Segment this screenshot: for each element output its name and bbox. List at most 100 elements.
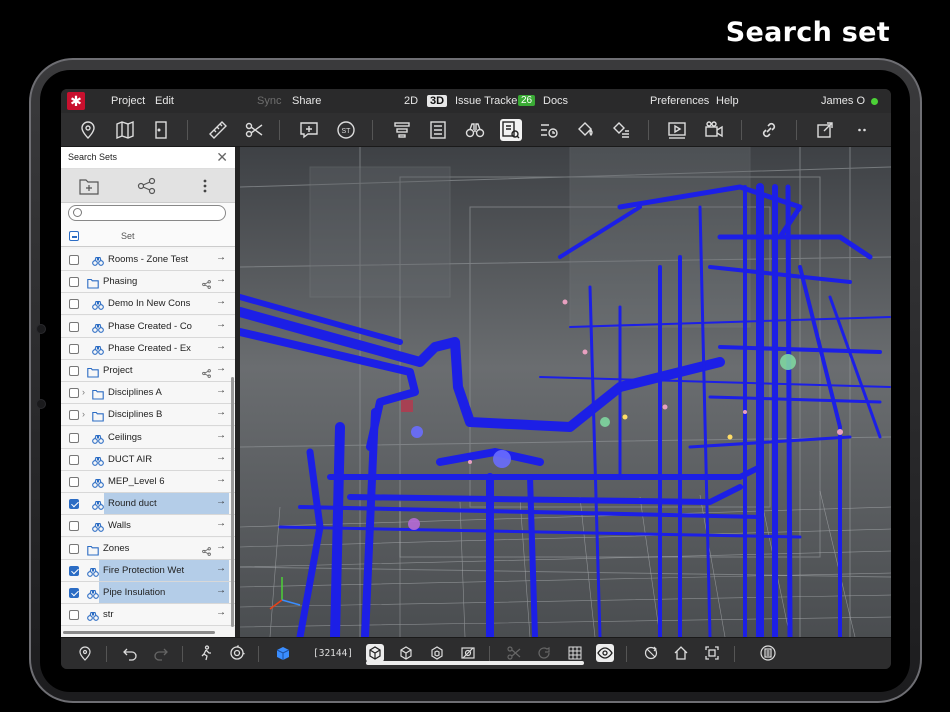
- search-set-row[interactable]: Walls →: [61, 515, 235, 538]
- paint-bucket-icon[interactable]: [574, 119, 596, 141]
- folder-row[interactable]: › Disciplines B →: [61, 404, 235, 427]
- scissors-icon[interactable]: [243, 119, 265, 141]
- menu-project[interactable]: Project: [111, 95, 145, 107]
- open-arrow-icon[interactable]: →: [216, 363, 226, 374]
- list-icon[interactable]: [427, 119, 449, 141]
- visibility-eye-icon[interactable]: [596, 644, 614, 662]
- more-icon[interactable]: [851, 119, 873, 141]
- open-arrow-icon[interactable]: →: [216, 274, 226, 285]
- row-checkbox[interactable]: [69, 610, 79, 621]
- search-sets-icon[interactable]: [500, 119, 522, 141]
- iso-view-icon[interactable]: [366, 644, 384, 662]
- open-arrow-icon[interactable]: →: [216, 430, 226, 441]
- search-set-row[interactable]: Ceilings →: [61, 426, 235, 449]
- st-icon[interactable]: ST: [335, 119, 357, 141]
- open-arrow-icon[interactable]: →: [216, 496, 226, 507]
- row-checkbox[interactable]: [69, 388, 79, 399]
- search-set-row[interactable]: Fire Protection Wet →: [61, 559, 235, 582]
- open-arrow-icon[interactable]: →: [216, 407, 226, 418]
- xray-icon[interactable]: [459, 644, 477, 662]
- hide-cube-icon[interactable]: [397, 644, 415, 662]
- properties-icon[interactable]: [538, 119, 560, 141]
- row-checkbox[interactable]: [69, 277, 79, 288]
- row-checkbox[interactable]: [69, 499, 79, 510]
- row-checkbox[interactable]: [69, 565, 79, 576]
- open-arrow-icon[interactable]: →: [216, 607, 226, 618]
- video-player-icon[interactable]: [666, 119, 688, 141]
- add-comment-icon[interactable]: [298, 119, 320, 141]
- layers-icon[interactable]: [391, 119, 413, 141]
- export-icon[interactable]: [814, 119, 836, 141]
- row-checkbox[interactable]: [69, 588, 79, 598]
- row-checkbox[interactable]: [69, 454, 79, 465]
- search-set-row[interactable]: DUCT AIR →: [61, 448, 235, 471]
- folder-row[interactable]: Project →: [61, 360, 235, 382]
- home-icon[interactable]: [672, 644, 690, 662]
- menu-preferences[interactable]: Preferences: [650, 95, 709, 107]
- search-set-row[interactable]: Rooms - Zone Test →: [61, 249, 235, 271]
- search-set-row[interactable]: Round duct →: [61, 493, 235, 516]
- reset-icon[interactable]: [535, 644, 553, 662]
- folder-row[interactable]: Zones →: [61, 537, 235, 560]
- row-checkbox[interactable]: [69, 299, 79, 310]
- search-input[interactable]: [87, 209, 217, 223]
- search-set-row[interactable]: str →: [61, 604, 235, 627]
- horizontal-scrollbar[interactable]: [63, 631, 215, 634]
- menu-sync[interactable]: Sync: [257, 95, 281, 107]
- selection-cube-icon[interactable]: [274, 644, 292, 662]
- user-name[interactable]: James O: [821, 95, 865, 107]
- isolate-cube-icon[interactable]: [428, 644, 446, 662]
- search-set-row[interactable]: MEP_Level 6 →: [61, 471, 235, 493]
- open-arrow-icon[interactable]: →: [216, 385, 226, 396]
- row-checkbox[interactable]: [69, 521, 79, 532]
- search-set-row[interactable]: Demo In New Cons →: [61, 293, 235, 316]
- camera-icon[interactable]: [703, 119, 725, 141]
- folder-row[interactable]: › Disciplines A →: [61, 382, 235, 405]
- mode-2d-button[interactable]: 2D: [404, 95, 418, 107]
- map-icon[interactable]: [114, 119, 136, 141]
- open-arrow-icon[interactable]: →: [216, 563, 226, 574]
- open-arrow-icon[interactable]: →: [216, 541, 226, 552]
- mode-3d-button[interactable]: 3D: [427, 95, 448, 107]
- orbit-icon[interactable]: [228, 644, 246, 662]
- app-logo[interactable]: ✱: [67, 92, 85, 110]
- row-checkbox[interactable]: [69, 432, 79, 443]
- menu-docs[interactable]: Docs: [543, 95, 568, 107]
- open-arrow-icon[interactable]: →: [216, 585, 226, 596]
- redo-icon[interactable]: [152, 644, 170, 662]
- walk-icon[interactable]: [197, 644, 215, 662]
- menu-edit[interactable]: Edit: [155, 95, 174, 107]
- close-icon[interactable]: ✕: [216, 150, 228, 164]
- rotate-view-icon[interactable]: [642, 644, 660, 662]
- location-pin-icon[interactable]: [76, 644, 94, 662]
- search-set-row[interactable]: Pipe Insulation →: [61, 582, 235, 604]
- menu-share[interactable]: Share: [292, 95, 321, 107]
- open-arrow-icon[interactable]: →: [216, 474, 226, 485]
- row-checkbox[interactable]: [69, 366, 79, 376]
- section-scissors-icon[interactable]: [505, 644, 523, 662]
- row-checkbox[interactable]: [69, 543, 79, 554]
- undo-icon[interactable]: [121, 644, 139, 662]
- row-checkbox[interactable]: [69, 343, 79, 354]
- row-checkbox[interactable]: [69, 255, 79, 265]
- expand-chevron-icon[interactable]: ›: [82, 387, 85, 397]
- row-checkbox[interactable]: [69, 477, 79, 487]
- link-icon[interactable]: [758, 119, 780, 141]
- menu-help[interactable]: Help: [716, 95, 739, 107]
- row-checkbox[interactable]: [69, 410, 79, 421]
- paint-list-icon[interactable]: [610, 119, 632, 141]
- open-arrow-icon[interactable]: →: [216, 252, 226, 263]
- folder-row[interactable]: Phasing →: [61, 271, 235, 294]
- open-arrow-icon[interactable]: →: [216, 452, 226, 463]
- search-set-row[interactable]: Phase Created - Ex →: [61, 337, 235, 360]
- expand-chevron-icon[interactable]: ›: [82, 409, 85, 419]
- home-indicator[interactable]: [366, 661, 584, 665]
- more-options-icon[interactable]: [195, 176, 215, 196]
- open-arrow-icon[interactable]: →: [216, 518, 226, 529]
- open-arrow-icon[interactable]: →: [216, 296, 226, 307]
- share-icon[interactable]: [137, 176, 157, 196]
- vertical-scrollbar[interactable]: [231, 377, 234, 627]
- select-all-checkbox[interactable]: [69, 231, 79, 241]
- fit-view-icon[interactable]: [703, 644, 721, 662]
- binoculars-icon[interactable]: [464, 119, 486, 141]
